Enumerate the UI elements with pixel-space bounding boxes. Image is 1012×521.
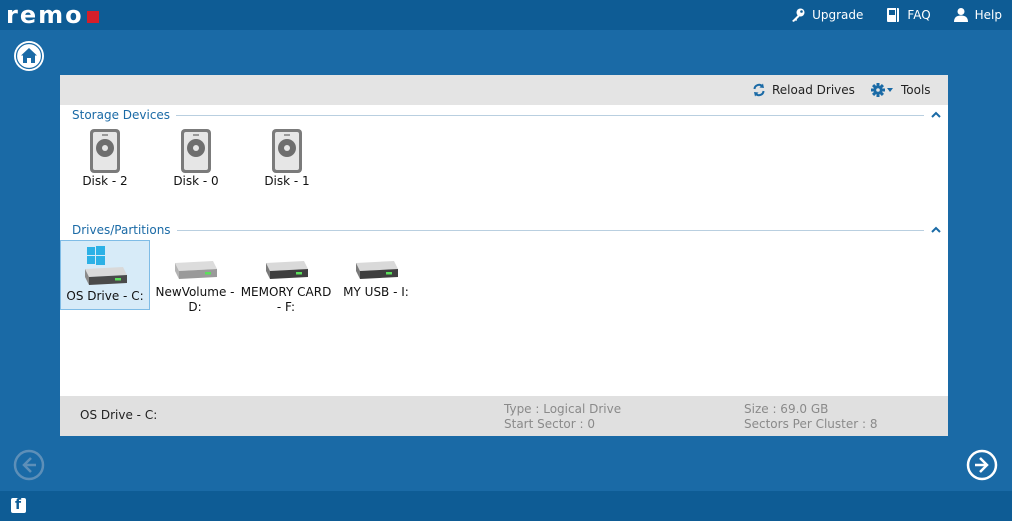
faq-label: FAQ [907, 8, 931, 22]
tools-menu-button[interactable]: Tools [871, 75, 931, 105]
bottom-bar [0, 491, 1012, 521]
collapse-icon[interactable] [931, 225, 941, 235]
status-drive-name: OS Drive - C: [80, 408, 158, 422]
reload-drives-label: Reload Drives [772, 83, 855, 97]
top-navigation: Upgrade FAQ Help [790, 0, 1002, 30]
drives-partitions-title: Drives/Partitions [72, 223, 171, 237]
next-arrow-icon [966, 449, 998, 481]
disk-label: Disk - 2 [82, 174, 128, 188]
disk-icon [90, 129, 120, 173]
remo-logo: remo [6, 1, 99, 29]
drive-label-line1: MEMORY CARD [240, 285, 332, 299]
section-divider [176, 229, 924, 231]
collapse-icon[interactable] [931, 110, 941, 120]
drive-icon [175, 261, 217, 279]
user-icon [953, 8, 968, 22]
facebook-icon[interactable]: f [11, 497, 26, 513]
disk-icon [181, 129, 211, 173]
status-type: Type : Logical Drive [504, 402, 622, 416]
drive-label: OS Drive - C: [66, 289, 144, 303]
disk-label: Disk - 0 [173, 174, 219, 188]
drive-item-os[interactable]: OS Drive - C: [60, 240, 150, 310]
upgrade-link[interactable]: Upgrade [790, 7, 863, 23]
home-icon [14, 41, 44, 71]
windows-icon [87, 246, 105, 265]
faq-link[interactable]: FAQ [885, 7, 931, 23]
disk-item[interactable]: Disk - 1 [254, 128, 320, 189]
key-icon [792, 8, 805, 22]
top-bar: remo Upgrade FAQ Help [0, 0, 1012, 30]
drive-label: MY USB - I: [343, 285, 409, 299]
drives-partitions-header: Drives/Partitions [72, 222, 924, 238]
status-bar: OS Drive - C: Type : Logical Drive Start… [60, 396, 948, 436]
drive-icon [266, 261, 308, 279]
storage-devices-title: Storage Devices [72, 108, 171, 122]
drive-icon [85, 246, 127, 285]
tools-label: Tools [901, 83, 931, 97]
section-divider [176, 114, 924, 116]
toolbar: Reload Drives Tools [60, 75, 948, 105]
back-button[interactable] [13, 449, 45, 481]
book-icon [887, 8, 900, 22]
status-start-sector: Start Sector : 0 [504, 417, 596, 431]
drive-item[interactable]: MEMORY CARD - F: [240, 253, 332, 315]
drive-label-line2: - F: [276, 300, 296, 314]
help-link[interactable]: Help [953, 7, 1002, 23]
drive-item[interactable]: MY USB - I: [332, 253, 420, 300]
status-size: Size : 69.0 GB [744, 402, 829, 416]
back-arrow-icon [13, 449, 45, 481]
disk-label: Disk - 1 [264, 174, 310, 188]
help-label: Help [974, 8, 1002, 22]
disk-icon [272, 129, 302, 173]
logo-red-square [86, 11, 99, 23]
reload-drives-button[interactable]: Reload Drives [752, 75, 855, 105]
drive-item[interactable]: NewVolume - D: [151, 253, 239, 315]
disk-item[interactable]: Disk - 0 [163, 128, 229, 189]
status-sectors-per-cluster: Sectors Per Cluster : 8 [744, 417, 878, 431]
upgrade-label: Upgrade [812, 8, 864, 22]
drive-icon [356, 261, 398, 279]
storage-devices-header: Storage Devices [72, 107, 924, 123]
gear-icon [871, 83, 893, 97]
next-button[interactable] [966, 449, 998, 481]
disk-item[interactable]: Disk - 2 [72, 128, 138, 189]
drive-label: NewVolume - D: [155, 285, 235, 314]
main-panel: Reload Drives Tools Storage Devices Disk… [60, 75, 948, 436]
home-button[interactable] [13, 40, 45, 72]
reload-icon [753, 83, 765, 97]
logo-text: remo [6, 1, 84, 29]
